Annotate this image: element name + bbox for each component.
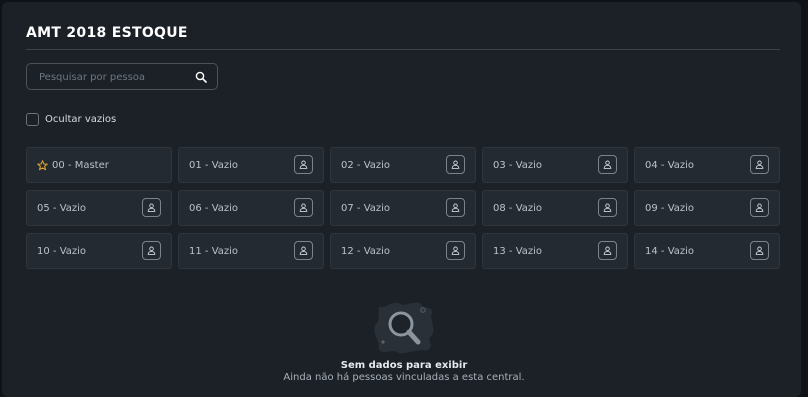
zone-card-09[interactable]: 09 - Vazio [634,190,780,226]
person-icon [755,160,764,169]
zone-card-00[interactable]: 00 - Master [26,147,172,183]
assign-person-button[interactable] [142,241,161,260]
assign-person-button[interactable] [446,198,465,217]
zone-card-04[interactable]: 04 - Vazio [634,147,780,183]
hide-empty-option[interactable]: Ocultar vazios [26,111,116,127]
zone-card-08[interactable]: 08 - Vazio [482,190,628,226]
zone-label: 14 - Vazio [645,245,695,257]
hide-empty-label: Ocultar vazios [45,113,117,125]
person-icon [147,246,156,255]
person-icon [299,246,308,255]
zone-card-01[interactable]: 01 - Vazio [178,147,324,183]
hide-empty-checkbox[interactable] [26,112,39,126]
star-icon [37,159,48,170]
person-icon [603,246,612,255]
person-icon [603,160,612,169]
zone-label: 08 - Vazio [493,202,543,214]
assign-person-button[interactable] [750,155,769,174]
zone-label: 06 - Vazio [189,202,239,214]
assign-person-button[interactable] [750,241,769,260]
main-panel: AMT 2018 ESTOQUE Ocultar vazios 00 - Mas… [2,2,801,397]
person-icon [755,246,764,255]
assign-person-button[interactable] [294,198,313,217]
zone-label: 02 - Vazio [341,159,391,171]
zone-label: 04 - Vazio [645,159,695,171]
search-icon[interactable] [195,71,207,83]
assign-person-button[interactable] [294,241,313,260]
title-divider [26,49,780,50]
person-icon [147,203,156,212]
zone-grid: 00 - Master 01 - Vazio 02 - Vazio 03 - V… [26,147,780,269]
zone-label: 01 - Vazio [189,159,239,171]
zone-label: 12 - Vazio [341,245,391,257]
person-icon [451,160,460,169]
empty-state-title: Sem dados para exibir [340,360,468,371]
zone-card-06[interactable]: 06 - Vazio [178,190,324,226]
person-icon [603,203,612,212]
zone-card-07[interactable]: 07 - Vazio [330,190,476,226]
assign-person-button[interactable] [446,241,465,260]
person-icon [299,160,308,169]
assign-person-button[interactable] [142,198,161,217]
zone-label: 05 - Vazio [37,202,87,214]
zone-card-02[interactable]: 02 - Vazio [330,147,476,183]
zone-label: 11 - Vazio [189,245,239,257]
zone-label: 09 - Vazio [645,202,695,214]
zone-label: 07 - Vazio [341,202,391,214]
assign-person-button[interactable] [294,155,313,174]
zone-card-10[interactable]: 10 - Vazio [26,233,172,269]
empty-state-subtitle: Ainda não há pessoas vinculadas a esta c… [283,372,525,383]
person-icon [755,203,764,212]
zone-card-11[interactable]: 11 - Vazio [178,233,324,269]
page-title: AMT 2018 ESTOQUE [26,25,188,41]
assign-person-button[interactable] [598,198,617,217]
zone-card-03[interactable]: 03 - Vazio [482,147,628,183]
assign-person-button[interactable] [750,198,769,217]
person-icon [451,203,460,212]
zone-card-14[interactable]: 14 - Vazio [634,233,780,269]
zone-card-05[interactable]: 05 - Vazio [26,190,172,226]
search-field[interactable] [26,63,218,91]
magnifier-illustration-icon [374,302,434,354]
zone-card-13[interactable]: 13 - Vazio [482,233,628,269]
person-icon [451,246,460,255]
zone-label: 13 - Vazio [493,245,543,257]
zone-card-12[interactable]: 12 - Vazio [330,233,476,269]
zone-label: 00 - Master [52,159,109,171]
search-input[interactable] [37,64,191,91]
zone-label: 10 - Vazio [37,245,87,257]
assign-person-button[interactable] [446,155,465,174]
assign-person-button[interactable] [598,241,617,260]
zone-label: 03 - Vazio [493,159,543,171]
assign-person-button[interactable] [598,155,617,174]
person-icon [299,203,308,212]
